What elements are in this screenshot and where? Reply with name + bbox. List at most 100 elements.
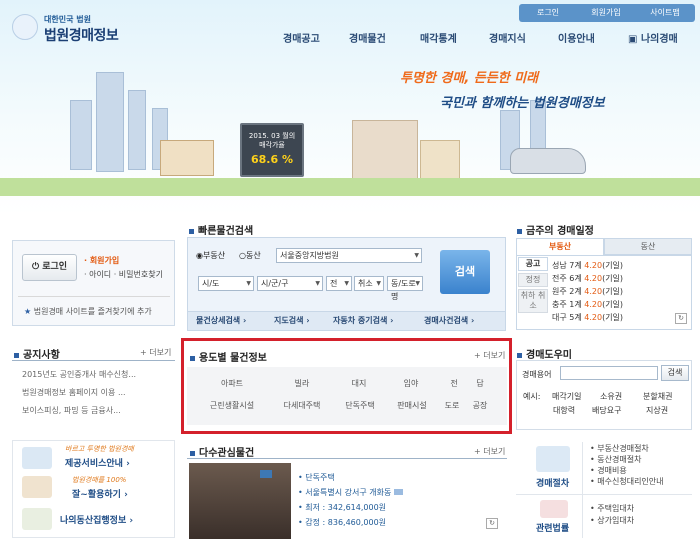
glossary-example-label: 예시: <box>523 392 541 401</box>
category-road[interactable]: 도로 <box>440 400 464 411</box>
schedule-tab-movable[interactable]: 동산 <box>604 238 692 255</box>
popular-address[interactable]: • 서울특별시 강서구 개화동 <box>298 487 403 498</box>
shop-building-graphic <box>420 140 460 182</box>
service-guide-link[interactable]: 제공서비스안내 › <box>65 456 130 469</box>
tab-vehicle-search[interactable]: 자동차 중기검색 › <box>333 313 393 329</box>
notice-item[interactable]: 법원경매정보 홈페이지 이용 ... <box>22 387 126 398</box>
popular-type[interactable]: • 단독주택 <box>298 472 335 483</box>
notice-item[interactable]: 2015년도 공인중개사 매수신청... <box>22 369 136 380</box>
procedure-list-item[interactable]: • 동산경매절차 <box>590 454 641 465</box>
schedule-tab-real-estate[interactable]: 부동산 <box>516 238 604 255</box>
refresh-icon[interactable]: ↻ <box>486 518 498 529</box>
category-retail[interactable]: 판매시설 <box>390 400 434 411</box>
sido-select[interactable]: 시/도 <box>198 276 254 291</box>
category-neighborhood-facility[interactable]: 근린생활시설 <box>200 400 264 411</box>
category-field[interactable]: 전 <box>444 378 464 389</box>
radio-unchecked-icon: ○ <box>239 251 246 260</box>
category-multi-family[interactable]: 다세대주택 <box>274 400 330 411</box>
bullet-icon <box>517 352 522 358</box>
divider <box>187 458 507 459</box>
nav-auction-knowledge[interactable]: 경매지식 <box>489 30 526 45</box>
nav-usage-guide[interactable]: 이용안내 <box>558 30 595 45</box>
category-forest[interactable]: 임야 <box>396 378 426 389</box>
category-villa[interactable]: 빌라 <box>284 378 320 389</box>
login-button[interactable]: ⏻ 로그인 <box>22 254 77 281</box>
property-photo[interactable] <box>189 463 291 539</box>
bullet-icon <box>517 228 522 234</box>
divider <box>12 360 175 361</box>
schedule-item[interactable]: 대구 5계 4.20(기일) <box>552 312 623 323</box>
category-detached-house[interactable]: 단독주택 <box>337 400 383 411</box>
court-logo-icon[interactable] <box>12 14 38 40</box>
popular-more-link[interactable]: + 더보기 <box>474 446 505 457</box>
nav-sale-statistics[interactable]: 매각통계 <box>420 30 457 45</box>
find-id-password-link[interactable]: · 아이디 · 비밀번호찾기 <box>84 269 163 280</box>
related-law-link[interactable]: 관련법률 <box>536 521 569 534</box>
house-graphic <box>160 140 214 176</box>
dong-road-select[interactable]: 동/도로명 <box>387 276 423 301</box>
radio-movable[interactable]: ○동산 <box>239 250 261 261</box>
usage-search-more-link[interactable]: + 더보기 <box>474 350 505 361</box>
cancel-select[interactable]: 취소 <box>354 276 384 291</box>
schedule-side-withdrawal[interactable]: 취하 취소 <box>518 289 548 313</box>
top-sitemap-link[interactable]: 사이트맵 <box>640 6 690 20</box>
schedule-side-correction[interactable]: 정정 <box>518 273 548 287</box>
glossary-input[interactable] <box>560 366 658 380</box>
glossary-term[interactable]: 분할채권 <box>643 391 672 402</box>
schedule-item[interactable]: 충주 1계 4.20(기일) <box>552 299 623 310</box>
usage-tips-link[interactable]: 잘~활용하기 › <box>72 487 128 500</box>
glossary-term[interactable]: 배당요구 <box>592 405 621 416</box>
board-rate: 68.6 % <box>251 153 293 166</box>
schedule-side-notice[interactable]: 공고 <box>518 257 548 271</box>
schedule-item[interactable]: 성남 7계 4.20(기일) <box>552 260 623 271</box>
law-list-item[interactable]: • 상가임대차 <box>590 515 634 526</box>
notice-more-link[interactable]: + 더보기 <box>140 347 171 358</box>
procedure-list-item[interactable]: • 부동산경매절차 <box>590 443 649 454</box>
my-movable-execution-link[interactable]: 나의동산집행정보 › <box>60 513 133 526</box>
usage-search-title: 용도별 물건정보 <box>190 349 267 364</box>
category-apartment[interactable]: 아파트 <box>212 378 252 389</box>
glossary-label: 경매용어 <box>522 370 552 379</box>
tab-detail-search[interactable]: 물건상세검색 › <box>196 313 246 329</box>
sale-rate-board[interactable]: 2015. 03 월의 매각가율 68.6 % <box>240 123 304 177</box>
logo-subtitle: 대한민국 법원 <box>44 15 91 24</box>
glossary-term[interactable]: 지상권 <box>646 405 668 416</box>
popular-min-price: • 최저 : 342,614,000원 <box>298 503 387 512</box>
glossary-term[interactable]: 대항력 <box>553 405 575 416</box>
glossary-term[interactable]: 소유권 <box>600 391 622 402</box>
schedule-item[interactable]: 원주 2계 4.20(기일) <box>552 286 623 297</box>
add-favorite-link[interactable]: ★ 법원경매 사이트를 즐겨찾기에 추가 <box>24 306 152 317</box>
procedure-link[interactable]: 경매절차 <box>536 476 569 489</box>
refresh-icon[interactable]: ↻ <box>675 313 687 324</box>
quick-search-button[interactable]: 검색 <box>440 250 490 294</box>
glossary-term[interactable]: 매각기일 <box>552 391 581 402</box>
nav-auction-notice[interactable]: 경매공고 <box>283 30 320 45</box>
building-graphic <box>96 72 124 172</box>
nav-auction-items[interactable]: 경매물건 <box>349 30 386 45</box>
nav-my-auction[interactable]: ▣ 나의경매 <box>628 30 678 45</box>
radio-real-estate[interactable]: ◉부동산 <box>196 250 225 261</box>
category-paddy[interactable]: 답 <box>470 378 490 389</box>
schedule-item[interactable]: 전주 6계 4.20(기일) <box>552 273 623 284</box>
sigungu-select[interactable]: 시/군/구 <box>257 276 323 291</box>
bullet-icon <box>189 228 194 234</box>
join-link[interactable]: · 회원가입 <box>84 255 119 266</box>
top-login-link[interactable]: 로그인 <box>526 6 570 20</box>
top-join-link[interactable]: 회원가입 <box>582 6 630 20</box>
category-factory[interactable]: 공장 <box>468 400 492 411</box>
procedure-list-item[interactable]: • 매수신청대리인안내 <box>590 476 664 487</box>
car-graphic <box>510 148 586 174</box>
jeon-select[interactable]: 전 <box>326 276 352 291</box>
category-land[interactable]: 대지 <box>344 378 374 389</box>
law-list-item[interactable]: • 주택임대차 <box>590 503 634 514</box>
logo-title[interactable]: 법원경매정보 <box>44 25 119 45</box>
court-select[interactable]: 서울중앙지방법원 <box>276 248 422 263</box>
notice-title: 공지사항 <box>14 346 60 361</box>
slogan-line-2: 국민과 함께하는 법원경매정보 <box>440 96 605 111</box>
procedure-list-item[interactable]: • 경매비용 <box>590 465 627 476</box>
notice-item[interactable]: 보이스피싱, 파밍 등 금융사... <box>22 405 121 416</box>
glossary-search-button[interactable]: 검색 <box>661 365 689 381</box>
tab-map-search[interactable]: 지도검색 › <box>274 313 310 329</box>
tab-case-search[interactable]: 경매사건검색 › <box>424 313 474 329</box>
divider <box>582 442 583 538</box>
